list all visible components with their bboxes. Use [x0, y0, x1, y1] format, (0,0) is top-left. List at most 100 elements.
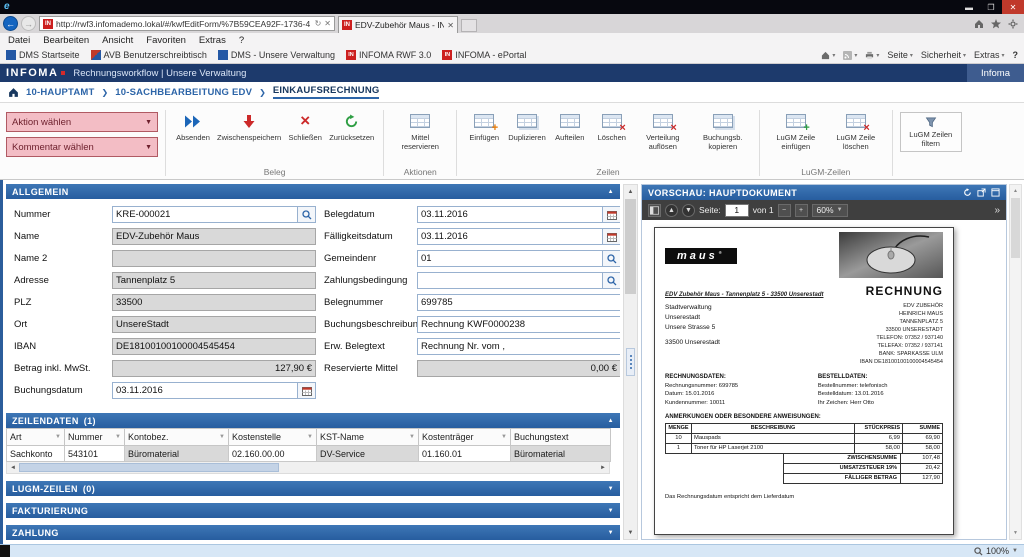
favorite-avb[interactable]: AVB Benutzerschreibtisch — [91, 50, 207, 60]
lookup-button[interactable] — [603, 250, 620, 267]
back-button[interactable]: ← — [3, 16, 18, 31]
page-scrollbar[interactable]: ▲ ▼ — [1009, 184, 1022, 540]
belegdatum-input[interactable] — [417, 206, 603, 223]
favorite-dms-startseite[interactable]: DMS Startseite — [6, 50, 80, 60]
section-header-zahlung[interactable]: ZAHLUNG ▼ — [6, 525, 620, 540]
collapse-down-icon[interactable]: ▼ — [608, 508, 614, 514]
account-button[interactable]: Infoma — [967, 64, 1024, 82]
refresh-icon[interactable] — [963, 188, 972, 197]
menu-extras[interactable]: Extras — [199, 35, 226, 46]
einfuegen-button[interactable]: + Einfügen — [464, 107, 504, 142]
column-art[interactable]: Art▼ — [7, 429, 65, 446]
maximize-panel-icon[interactable] — [991, 188, 1000, 197]
browser-tab[interactable]: IN EDV-Zubehör Maus - INFO... ✕ — [338, 16, 458, 33]
stop-icon[interactable]: ✕ — [324, 19, 331, 28]
menu-datei[interactable]: Datei — [8, 35, 30, 46]
buchungsb-kopieren-button[interactable]: Buchungsb. kopieren — [694, 107, 752, 151]
scrollbar-thumb[interactable] — [19, 463, 279, 472]
page-down-button[interactable]: ▼ — [682, 204, 695, 217]
cell-kostenstelle[interactable]: 02.160.00.00 — [229, 446, 317, 462]
nummer-input[interactable] — [112, 206, 298, 223]
buchungsbeschreibung-input[interactable] — [417, 316, 620, 333]
scroll-down-icon[interactable]: ▼ — [1010, 527, 1021, 539]
address-bar[interactable]: IN http://rwf3.infomademo.lokal/#/kwfEdi… — [39, 16, 335, 31]
column-kostentraeger[interactable]: Kostenträger▼ — [419, 429, 511, 446]
more-tools-icon[interactable]: » — [994, 205, 1000, 216]
belegnummer-input[interactable] — [417, 294, 620, 311]
erw-belegtext-input[interactable] — [417, 338, 620, 355]
horizontal-scrollbar[interactable]: ◄ ► — [6, 462, 610, 474]
absenden-button[interactable]: Absenden — [173, 107, 213, 142]
minimize-button[interactable]: ▬ — [958, 0, 980, 14]
loeschen-button[interactable]: × Löschen — [592, 107, 632, 142]
vertical-scrollbar[interactable]: ▲ ▼ — [623, 184, 638, 540]
zoom-select[interactable]: 60%▼ — [812, 204, 848, 217]
section-header-fakturierung[interactable]: FAKTURIERUNG ▼ — [6, 503, 620, 518]
refresh-icon[interactable]: ↻ — [315, 19, 322, 28]
favorite-dms-verwaltung[interactable]: DMS - Unsere Verwaltung — [218, 50, 335, 60]
scroll-down-icon[interactable]: ▼ — [624, 526, 637, 539]
favorite-infoma-eportal[interactable]: ININFOMA - ePortal — [442, 50, 526, 60]
print-command[interactable]: ▾ — [865, 51, 879, 60]
calendar-button[interactable] — [603, 228, 620, 245]
lookup-button[interactable] — [298, 206, 316, 223]
maximize-button[interactable]: ❐ — [980, 0, 1002, 14]
aufteilen-button[interactable]: Aufteilen — [550, 107, 590, 142]
column-kst-name[interactable]: KST-Name▼ — [317, 429, 419, 446]
table-row[interactable]: Sachkonto 543101 Büromaterial 02.160.00.… — [7, 446, 611, 462]
new-tab-button[interactable] — [461, 19, 477, 32]
zoom-out-button[interactable]: − — [778, 204, 791, 217]
aktion-select[interactable]: Aktion wählen▼ — [6, 112, 158, 132]
section-header-zeilendaten[interactable]: ZEILENDATEN (1) ▲ — [6, 413, 620, 428]
scrollbar-thumb[interactable] — [625, 199, 636, 294]
collapse-down-icon[interactable]: ▼ — [608, 486, 614, 492]
tools-command[interactable]: Extras▾ — [974, 50, 1005, 60]
lookup-button[interactable] — [603, 272, 620, 289]
home-command[interactable]: ▾ — [821, 51, 835, 60]
home-icon[interactable] — [974, 19, 984, 29]
zahlungsbedingung-input[interactable] — [417, 272, 603, 289]
column-buchungstext[interactable]: Buchungstext — [511, 429, 611, 446]
duplizieren-button[interactable]: Duplizieren — [506, 107, 548, 142]
scroll-right-icon[interactable]: ► — [597, 462, 609, 473]
scrollbar-thumb[interactable] — [1011, 198, 1020, 258]
calendar-button[interactable] — [298, 382, 316, 399]
lugm-filter-button[interactable]: LuGM Zeilen filtern — [900, 112, 962, 152]
menu-hilfe[interactable]: ? — [239, 35, 244, 46]
scroll-up-icon[interactable]: ▲ — [624, 185, 637, 198]
column-kostenstelle[interactable]: Kostenstelle▼ — [229, 429, 317, 446]
gear-icon[interactable] — [1008, 19, 1018, 29]
favorites-star-icon[interactable] — [991, 19, 1001, 29]
cell-art[interactable]: Sachkonto — [7, 446, 65, 462]
gemeindenr-input[interactable] — [417, 250, 603, 267]
thumbnails-panel-icon[interactable] — [648, 204, 661, 217]
collapse-up-icon[interactable]: ▲ — [608, 418, 614, 424]
zoom-in-button[interactable]: + — [795, 204, 808, 217]
breadcrumb-item-hauptamt[interactable]: 10-HAUPTAMT — [26, 87, 95, 98]
faelligkeitsdatum-input[interactable] — [417, 228, 603, 245]
lugm-einfuegen-button[interactable]: + LuGM Zeile einfügen — [767, 107, 825, 151]
pdf-viewport[interactable]: maus® EDV Zubehör Maus - Tannenplatz 5 -… — [642, 220, 1006, 539]
menu-bearbeiten[interactable]: Bearbeiten — [43, 35, 89, 46]
schliessen-button[interactable]: × Schließen — [285, 107, 325, 142]
zwischenspeichern-button[interactable]: Zwischenspeichern — [215, 107, 283, 142]
feeds-command[interactable]: ▾ — [843, 51, 857, 60]
favorite-infoma-rwf[interactable]: ININFOMA RWF 3.0 — [346, 50, 431, 60]
collapse-down-icon[interactable]: ▼ — [608, 530, 614, 536]
menu-ansicht[interactable]: Ansicht — [102, 35, 133, 46]
column-nummer[interactable]: Nummer▼ — [65, 429, 125, 446]
splitter-grip[interactable] — [626, 348, 635, 376]
lugm-loeschen-button[interactable]: × LuGM Zeile löschen — [827, 107, 885, 151]
kommentar-select[interactable]: Kommentar wählen▼ — [6, 137, 158, 157]
preview-header[interactable]: VORSCHAU: HAUPTDOKUMENT — [642, 185, 1006, 200]
menu-favoriten[interactable]: Favoriten — [146, 35, 186, 46]
forward-button[interactable]: → — [21, 16, 36, 31]
close-button[interactable]: ✕ — [1002, 0, 1024, 14]
column-kontobez[interactable]: Kontobez.▼ — [125, 429, 229, 446]
safety-command[interactable]: Sicherheit▾ — [921, 50, 966, 60]
scroll-left-icon[interactable]: ◄ — [7, 462, 19, 473]
breadcrumb-item-sachbearbeitung[interactable]: 10-SACHBEARBEITUNG EDV — [115, 87, 252, 98]
page-number-input[interactable] — [725, 204, 749, 217]
collapse-up-icon[interactable]: ▲ — [608, 189, 614, 195]
calendar-button[interactable] — [603, 206, 620, 223]
